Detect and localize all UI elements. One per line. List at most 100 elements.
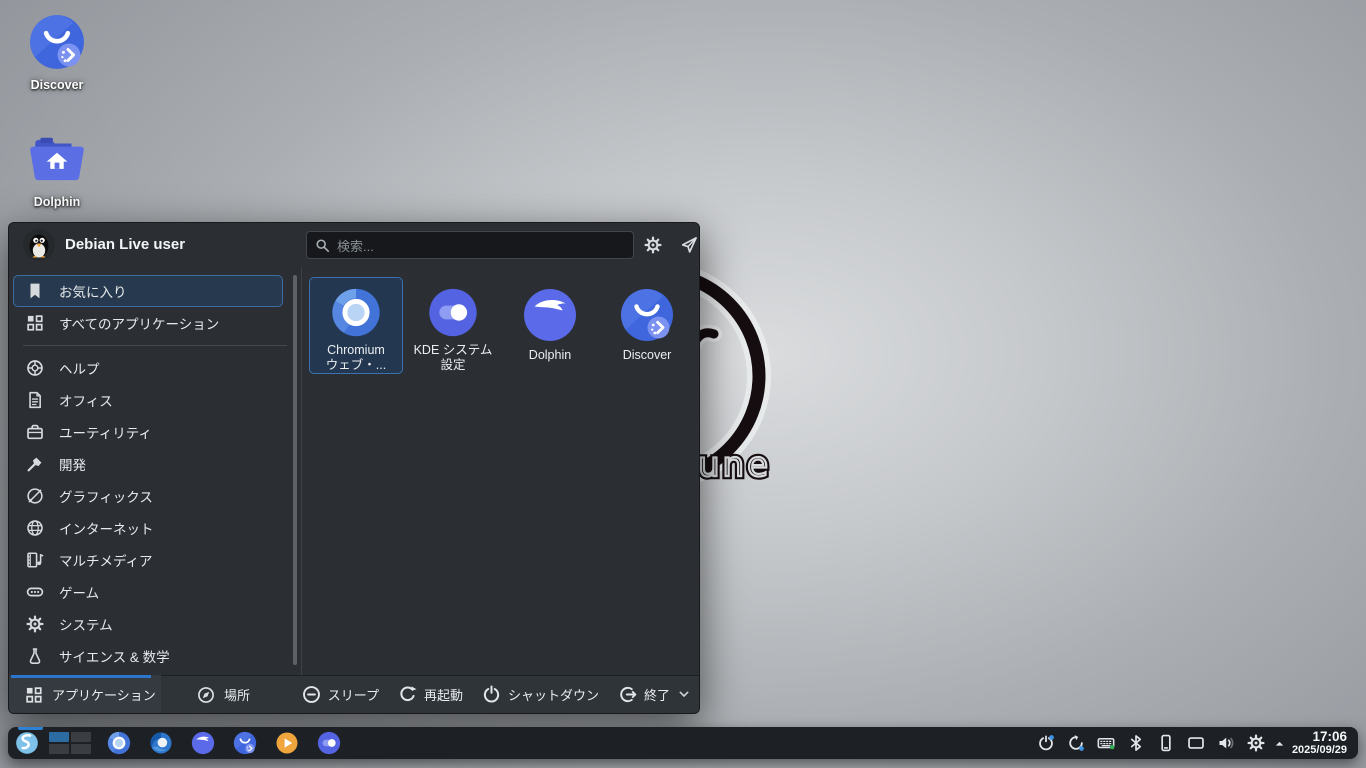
task-manager — [107, 731, 341, 755]
leave-button[interactable]: 終了 — [618, 685, 689, 704]
taskbar-media-player-icon[interactable] — [275, 731, 299, 755]
sidebar-item-graphics[interactable]: グラフィックス — [13, 480, 283, 512]
favorite-tile-dolphin[interactable]: Dolphin — [503, 277, 597, 374]
taskbar-dolphin-icon[interactable] — [191, 731, 215, 755]
favorites-grid: Chromium ウェブ・... KDE システム 設定 Dolphin — [302, 267, 699, 675]
digital-clock[interactable]: 17:06 2025/09/29 — [1292, 729, 1347, 756]
discover-icon — [619, 287, 675, 343]
screen-clipboard-icon[interactable] — [1187, 734, 1205, 752]
sidebar-scrollbar[interactable] — [293, 275, 297, 665]
sidebar-item-development[interactable]: 開発 — [13, 448, 283, 480]
favorite-label-line1: Discover — [623, 348, 672, 363]
search-icon — [315, 238, 330, 253]
sidebar-item-label: すべてのアプリケーション — [59, 313, 219, 333]
user-name: Debian Live user — [65, 223, 185, 267]
keyboard-input-icon[interactable] — [1097, 734, 1115, 752]
taskbar-discover-icon[interactable] — [233, 731, 257, 755]
software-updates-icon[interactable] — [1067, 734, 1085, 752]
action-label: シャットダウン — [508, 685, 599, 704]
action-label: 終了 — [644, 685, 670, 704]
gear-icon — [26, 615, 44, 633]
pen-slash-icon — [26, 487, 44, 505]
wallpaper-logo-text-inner: une — [698, 445, 771, 485]
phone-kdeconnect-icon[interactable] — [1157, 734, 1175, 752]
desktop-icon-label: Discover — [9, 78, 105, 92]
system-tray — [1037, 734, 1265, 752]
taskbar-chromium-icon[interactable] — [107, 731, 131, 755]
sidebar-item-utilities[interactable]: ユーティリティ — [13, 416, 283, 448]
sidebar-item-label: ヘルプ — [59, 358, 100, 378]
taskbar-thunderbird-icon[interactable] — [149, 731, 173, 755]
applications-grid-icon — [25, 686, 43, 704]
filmstrip-note-icon — [26, 551, 44, 569]
search-input[interactable]: 検索... — [306, 231, 634, 259]
sidebar-item-games[interactable]: ゲーム — [13, 576, 283, 608]
pager-desktop-2[interactable] — [71, 732, 91, 742]
system-settings-icon — [425, 287, 481, 338]
favorite-label-line2: 設定 — [414, 358, 493, 373]
sidebar-item-science-math[interactable]: サイエンス & 数学 — [13, 640, 283, 672]
bluetooth-icon[interactable] — [1127, 734, 1145, 752]
power-profile-icon[interactable] — [1037, 734, 1055, 752]
bookmark-icon — [26, 282, 44, 300]
sidebar-item-label: グラフィックス — [59, 486, 153, 506]
restart-icon — [398, 685, 417, 704]
tab-label: 場所 — [224, 685, 250, 704]
sidebar-item-help[interactable]: ヘルプ — [13, 352, 283, 384]
favorite-tile-chromium[interactable]: Chromium ウェブ・... — [309, 277, 403, 374]
gamepad-icon — [26, 583, 44, 601]
app-menu-launcher-button[interactable] — [15, 731, 39, 755]
desktop-icon-label: Dolphin — [9, 195, 105, 209]
sidebar-item-label: インターネット — [59, 518, 154, 538]
session-actions: スリープ 再起動 シャットダウン — [302, 676, 689, 713]
configure-gear-icon[interactable] — [644, 236, 662, 254]
chromium-icon — [328, 287, 384, 338]
taskbar-panel: 17:06 2025/09/29 — [8, 727, 1358, 759]
sidebar-item-all-applications[interactable]: すべてのアプリケーション — [13, 307, 283, 339]
restart-button[interactable]: 再起動 — [398, 685, 463, 704]
sidebar-item-label: お気に入り — [59, 281, 127, 301]
sidebar-item-label: マルチメディア — [59, 550, 153, 570]
sleep-button[interactable]: スリープ — [302, 685, 379, 704]
pin-launcher-icon[interactable] — [680, 236, 698, 254]
toolbox-icon — [26, 423, 44, 441]
help-lifering-icon — [26, 359, 44, 377]
tab-places[interactable]: 場所 — [197, 676, 250, 713]
desktop-icon-dolphin[interactable]: Dolphin — [9, 130, 105, 209]
action-label: 再起動 — [424, 685, 463, 704]
pager-desktop-1[interactable] — [49, 732, 69, 742]
favorite-label-line1: KDE システム — [414, 343, 493, 358]
action-label: スリープ — [328, 685, 379, 704]
virtual-desktop-pager[interactable] — [49, 732, 91, 754]
tab-applications[interactable]: アプリケーション — [25, 676, 156, 713]
sidebar-item-office[interactable]: オフィス — [13, 384, 283, 416]
favorite-tile-discover[interactable]: Discover — [600, 277, 694, 374]
pager-desktop-4[interactable] — [71, 744, 91, 754]
sidebar-item-system[interactable]: システム — [13, 608, 283, 640]
launcher-active-indicator — [18, 727, 43, 730]
desktop-icon-discover[interactable]: Discover — [9, 13, 105, 92]
volume-icon[interactable] — [1217, 734, 1235, 752]
shutdown-button[interactable]: シャットダウン — [482, 685, 599, 704]
document-icon — [26, 391, 44, 409]
globe-icon — [26, 519, 44, 537]
clock-date: 2025/09/29 — [1292, 744, 1347, 756]
taskbar-system-settings-icon[interactable] — [317, 731, 341, 755]
launcher-sidebar: お気に入り すべてのアプリケーション ヘルプ — [9, 267, 301, 675]
tab-label: アプリケーション — [52, 685, 156, 704]
chevron-down-icon[interactable] — [679, 691, 689, 698]
expand-tray-arrow-icon[interactable] — [1273, 737, 1286, 750]
shutdown-power-icon — [482, 685, 501, 704]
sidebar-item-internet[interactable]: インターネット — [13, 512, 283, 544]
pager-desktop-3[interactable] — [49, 744, 69, 754]
tray-settings-gear-icon[interactable] — [1247, 734, 1265, 752]
sidebar-item-favorites[interactable]: お気に入り — [13, 275, 283, 307]
flask-icon — [26, 647, 44, 665]
sidebar-item-label: ゲーム — [59, 582, 99, 602]
favorite-label-line2: ウェブ・... — [326, 358, 386, 373]
sidebar-item-multimedia[interactable]: マルチメディア — [13, 544, 283, 576]
discover-icon — [28, 13, 86, 71]
sidebar-item-label: オフィス — [59, 390, 113, 410]
favorite-tile-systemsettings[interactable]: KDE システム 設定 — [406, 277, 500, 374]
sidebar-item-label: サイエンス & 数学 — [59, 646, 170, 666]
